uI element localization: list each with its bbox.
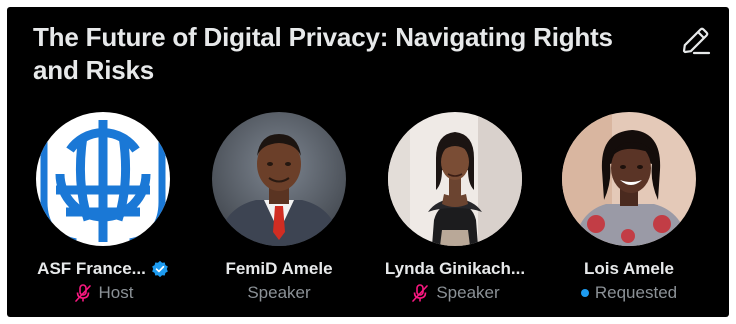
verified-badge-icon bbox=[151, 260, 168, 278]
edit-button[interactable] bbox=[675, 21, 715, 61]
participant-name: FemiD Amele bbox=[225, 259, 333, 278]
microphone-off-icon bbox=[74, 284, 91, 302]
space-title: The Future of Digital Privacy: Navigatin… bbox=[33, 22, 613, 85]
avatar bbox=[36, 112, 170, 246]
participant-host[interactable]: ASF France... Host bbox=[18, 112, 188, 302]
participant-role: Speaker bbox=[247, 283, 311, 302]
participant-list: ASF France... Host FemiD Amele Speaker L… bbox=[7, 112, 729, 312]
portrait-avatar-woman-black-top bbox=[388, 112, 522, 246]
pencil-edit-icon bbox=[682, 27, 711, 55]
participant-requested-lois[interactable]: Lois Amele Requested bbox=[544, 112, 714, 302]
participant-name: ASF France... bbox=[37, 259, 146, 278]
portrait-avatar-woman-selfie bbox=[562, 112, 696, 246]
participant-speaker-femid[interactable]: FemiD Amele Speaker bbox=[194, 112, 364, 302]
avatar bbox=[562, 112, 696, 246]
participant-role: Host bbox=[98, 283, 134, 302]
participant-role: Speaker bbox=[436, 283, 500, 302]
portrait-avatar-man-suit bbox=[212, 112, 346, 246]
avatar bbox=[212, 112, 346, 246]
status-dot-icon bbox=[580, 289, 589, 297]
participant-name: Lynda Ginikach... bbox=[384, 259, 526, 278]
avatar bbox=[388, 112, 522, 246]
participant-speaker-lynda[interactable]: Lynda Ginikach... Speaker bbox=[370, 112, 540, 302]
microphone-off-icon bbox=[412, 284, 429, 302]
participant-role: Requested bbox=[594, 283, 678, 302]
globe-logo-avatar bbox=[36, 112, 170, 246]
participant-name: Lois Amele bbox=[583, 259, 675, 278]
space-card: The Future of Digital Privacy: Navigatin… bbox=[7, 7, 729, 317]
